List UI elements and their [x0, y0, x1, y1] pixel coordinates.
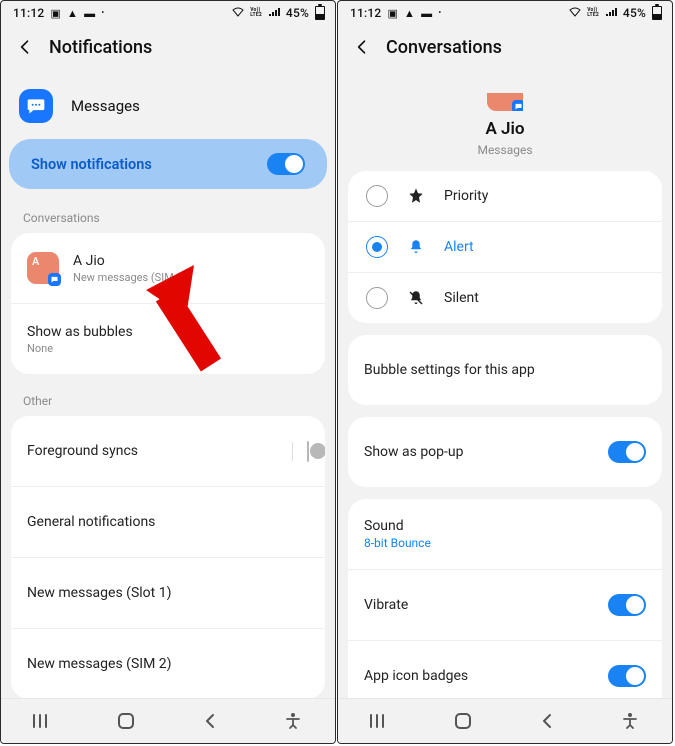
foreground-syncs-row[interactable]: Foreground syncs — [11, 416, 325, 486]
priority-option[interactable]: Priority — [348, 171, 662, 221]
back-button[interactable] — [535, 709, 559, 733]
screenshot-icon: ▣ — [50, 8, 61, 19]
chat-icon: ▬ — [421, 8, 432, 19]
show-as-popup-toggle[interactable] — [608, 441, 646, 463]
nav-bar — [338, 698, 672, 743]
image-icon: ▲ — [404, 8, 415, 19]
conversations-card: A A Jio New messages (SIM 2) Show — [11, 233, 325, 374]
messages-mini-icon — [48, 273, 61, 286]
signal-icon — [268, 7, 280, 19]
app-icon-badges-toggle[interactable] — [608, 665, 646, 687]
back-button[interactable] — [198, 709, 222, 733]
other-card: Foreground syncs General notifications N… — [11, 416, 325, 699]
show-notifications-label: Show notifications — [31, 156, 152, 173]
show-as-bubbles-value: None — [27, 342, 133, 355]
general-notifications-row[interactable]: General notifications — [11, 486, 325, 557]
section-other: Other — [1, 386, 335, 416]
messages-mini-icon — [512, 100, 525, 113]
contact-avatar: A — [487, 75, 523, 111]
conversation-subtitle: New messages (SIM 2) — [73, 271, 187, 284]
app-row[interactable]: Messages — [1, 75, 335, 139]
sound-row[interactable]: Sound 8-bit Bounce — [348, 499, 662, 569]
status-bar: 11:12 ▣ ▲ ▬ • Vo)) LTE2 45% — [338, 1, 672, 23]
volte-icon: Vo)) LTE2 — [250, 8, 262, 18]
home-button[interactable] — [451, 709, 475, 733]
contact-app: Messages — [354, 143, 656, 157]
phone-left: 11:12 ▣ ▲ ▬ • Vo)) LTE2 45% — [0, 0, 336, 744]
bell-icon — [406, 238, 426, 256]
show-as-bubbles-label: Show as bubbles — [27, 324, 133, 340]
signal-icon — [605, 7, 617, 19]
screenshot-icon: ▣ — [387, 8, 398, 19]
page-title: Conversations — [386, 37, 502, 58]
status-time: 11:12 — [13, 6, 44, 20]
nav-bar — [1, 698, 335, 743]
phone-right: 11:12 ▣ ▲ ▬ • Vo)) LTE2 45% — [337, 0, 673, 744]
new-messages-sim2-row[interactable]: New messages (SIM 2) — [11, 628, 325, 699]
show-as-bubbles-row[interactable]: Show as bubbles None — [11, 303, 325, 374]
alert-radio[interactable] — [366, 236, 388, 258]
page-title: Notifications — [49, 37, 152, 58]
bubble-settings-card: Bubble settings for this app — [348, 335, 662, 405]
priority-radio[interactable] — [366, 185, 388, 207]
app-name: Messages — [71, 97, 140, 115]
show-notifications-toggle-row[interactable]: Show notifications — [9, 139, 327, 189]
battery-pct: 45% — [286, 6, 309, 20]
image-icon: ▲ — [67, 8, 78, 19]
sound-value: 8-bit Bounce — [364, 536, 431, 550]
accessibility-button[interactable] — [618, 709, 642, 733]
status-bar: 11:12 ▣ ▲ ▬ • Vo)) LTE2 45% — [1, 1, 335, 23]
section-conversations: Conversations — [1, 203, 335, 233]
recents-button[interactable] — [368, 709, 392, 733]
wifi-icon — [569, 7, 581, 19]
silent-radio[interactable] — [366, 287, 388, 309]
app-icon-badges-row[interactable]: App icon badges — [348, 640, 662, 699]
star-icon — [406, 187, 426, 205]
contact-hero: A A Jio Messages — [338, 75, 672, 159]
more-icon: • — [101, 9, 104, 17]
more-icon: • — [438, 9, 441, 17]
vibrate-row[interactable]: Vibrate — [348, 569, 662, 640]
vibrate-toggle[interactable] — [608, 594, 646, 616]
back-icon[interactable] — [352, 37, 372, 57]
show-as-popup-row[interactable]: Show as pop-up — [348, 417, 662, 487]
popup-card: Show as pop-up — [348, 417, 662, 487]
show-notifications-toggle[interactable] — [267, 153, 305, 175]
messages-app-icon — [19, 89, 53, 123]
chat-icon: ▬ — [84, 8, 95, 19]
conversation-name: A Jio — [73, 253, 187, 269]
back-icon[interactable] — [15, 37, 35, 57]
status-time: 11:12 — [350, 6, 381, 20]
header: Conversations — [338, 23, 672, 75]
silent-option[interactable]: Silent — [348, 272, 662, 323]
new-messages-slot1-row[interactable]: New messages (Slot 1) — [11, 557, 325, 628]
accessibility-button[interactable] — [281, 709, 305, 733]
contact-avatar: A — [27, 252, 59, 284]
notification-type-card: Priority Alert Silent — [348, 171, 662, 323]
recents-button[interactable] — [31, 709, 55, 733]
wifi-icon — [232, 7, 244, 19]
bubble-settings-row[interactable]: Bubble settings for this app — [348, 335, 662, 405]
home-button[interactable] — [114, 709, 138, 733]
header: Notifications — [1, 23, 335, 75]
foreground-syncs-toggle[interactable] — [307, 441, 309, 462]
contact-name: A Jio — [354, 119, 656, 139]
volte-icon: Vo)) LTE2 — [587, 8, 599, 18]
bell-off-icon — [406, 289, 426, 307]
battery-icon — [652, 6, 662, 20]
battery-icon — [315, 6, 325, 20]
settings-card: Sound 8-bit Bounce Vibrate App icon badg… — [348, 499, 662, 699]
conversation-row[interactable]: A A Jio New messages (SIM 2) — [11, 233, 325, 303]
alert-option[interactable]: Alert — [348, 221, 662, 272]
battery-pct: 45% — [623, 6, 646, 20]
sound-label: Sound — [364, 518, 431, 534]
